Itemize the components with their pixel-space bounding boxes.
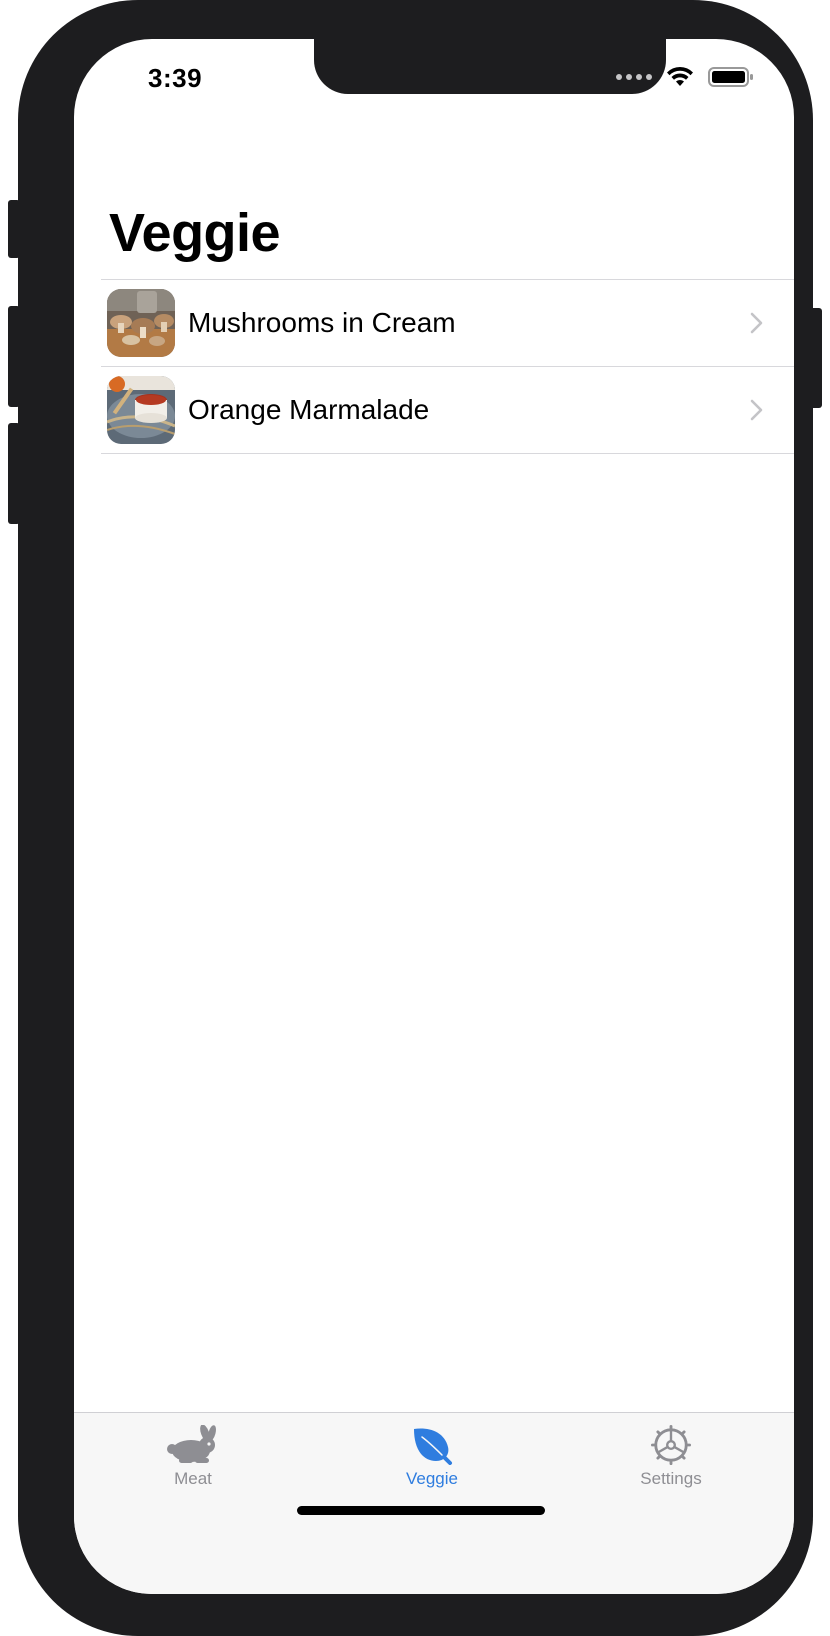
page-title: Veggie [109,203,281,263]
wifi-icon [667,66,693,86]
notch [314,39,666,94]
gear-icon [651,1425,691,1465]
status-icons [616,66,754,88]
list-item[interactable]: Orange Marmalade [101,367,794,454]
recipe-list: Mushrooms in Cream Orange Marmalade [101,279,794,454]
tab-label: Settings [640,1469,702,1488]
device-frame: 3:39 Veggie Mushrooms in Cream Orange Ma… [18,0,813,1636]
tab-veggie[interactable]: Veggie [357,1425,507,1489]
list-item-label: Mushrooms in Cream [188,307,456,338]
cellular-signal-icon [616,74,652,80]
marmalade-thumbnail [107,376,175,444]
tab-label: Veggie [406,1469,458,1488]
rabbit-icon [167,1425,216,1463]
tab-label: Meat [174,1469,212,1488]
mushrooms-thumbnail [107,289,175,357]
tab-meat[interactable]: Meat [118,1425,268,1489]
battery-icon [708,67,753,87]
chevron-right-icon [750,312,763,334]
status-time: 3:39 [148,63,203,93]
list-item-label: Orange Marmalade [188,394,430,425]
list-item[interactable]: Mushrooms in Cream [101,280,794,367]
leaf-icon [414,1428,452,1465]
tab-settings[interactable]: Settings [596,1425,746,1489]
screen: 3:39 Veggie Mushrooms in Cream Orange Ma… [74,39,794,1594]
chevron-right-icon [750,399,763,421]
home-indicator[interactable] [297,1506,545,1515]
tab-bar: Meat Veggie Settings [74,1412,794,1594]
